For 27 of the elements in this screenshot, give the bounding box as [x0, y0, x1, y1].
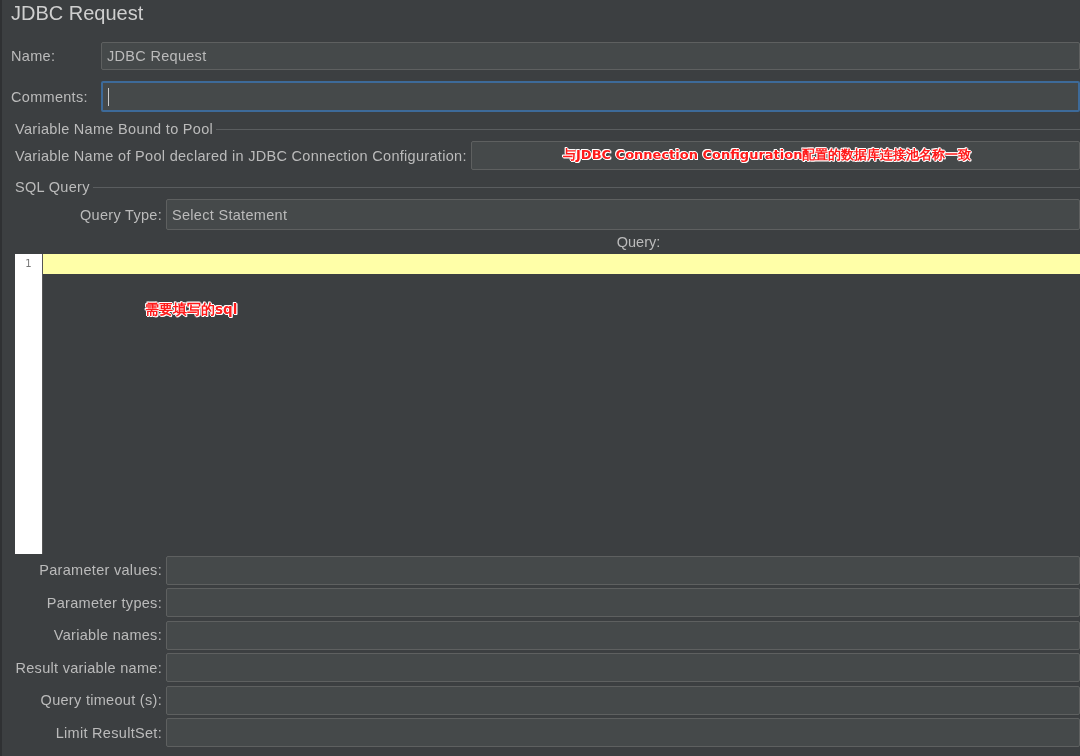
field-label: Query Type: — [78, 206, 163, 223]
text-field[interactable] — [166, 588, 1080, 618]
annotation-text: 与JDBC Connection Configuration配置的数据库连接池名称一致 — [563, 146, 972, 164]
section-title: SQL Query — [10, 179, 93, 195]
query-type-dropdown[interactable]: Select Statement — [166, 199, 1080, 230]
field-label: Parameter types: — [45, 594, 163, 611]
query-label: Query: — [616, 234, 661, 250]
annotation-text: 需要填写的sql — [145, 301, 238, 319]
field-label: Limit ResultSet: — [54, 724, 163, 741]
field-label: Name: — [10, 48, 57, 64]
text-field[interactable] — [166, 685, 1080, 715]
field-label: Result variable name: — [14, 659, 163, 676]
text-field[interactable] — [166, 555, 1080, 585]
text-field[interactable] — [166, 620, 1080, 650]
field-label: Variable names: — [52, 627, 163, 644]
window-title: JDBC Request — [10, 1, 145, 26]
pool-name-field[interactable] — [470, 141, 1080, 170]
field-label: Parameter values: — [38, 562, 163, 579]
field-label: Comments: — [10, 88, 89, 105]
name-field[interactable]: JDBC Request — [101, 42, 1080, 70]
line-number: 1 — [25, 257, 32, 271]
field-label: Query timeout (s): — [39, 692, 163, 709]
text-field[interactable] — [166, 718, 1080, 748]
comments-field[interactable] — [101, 81, 1080, 112]
text-field[interactable] — [166, 653, 1080, 683]
field-label: Variable Name of Pool declared in JDBC Connection Configuration: — [15, 147, 467, 164]
section-title: Variable Name Bound to Pool — [10, 121, 217, 137]
